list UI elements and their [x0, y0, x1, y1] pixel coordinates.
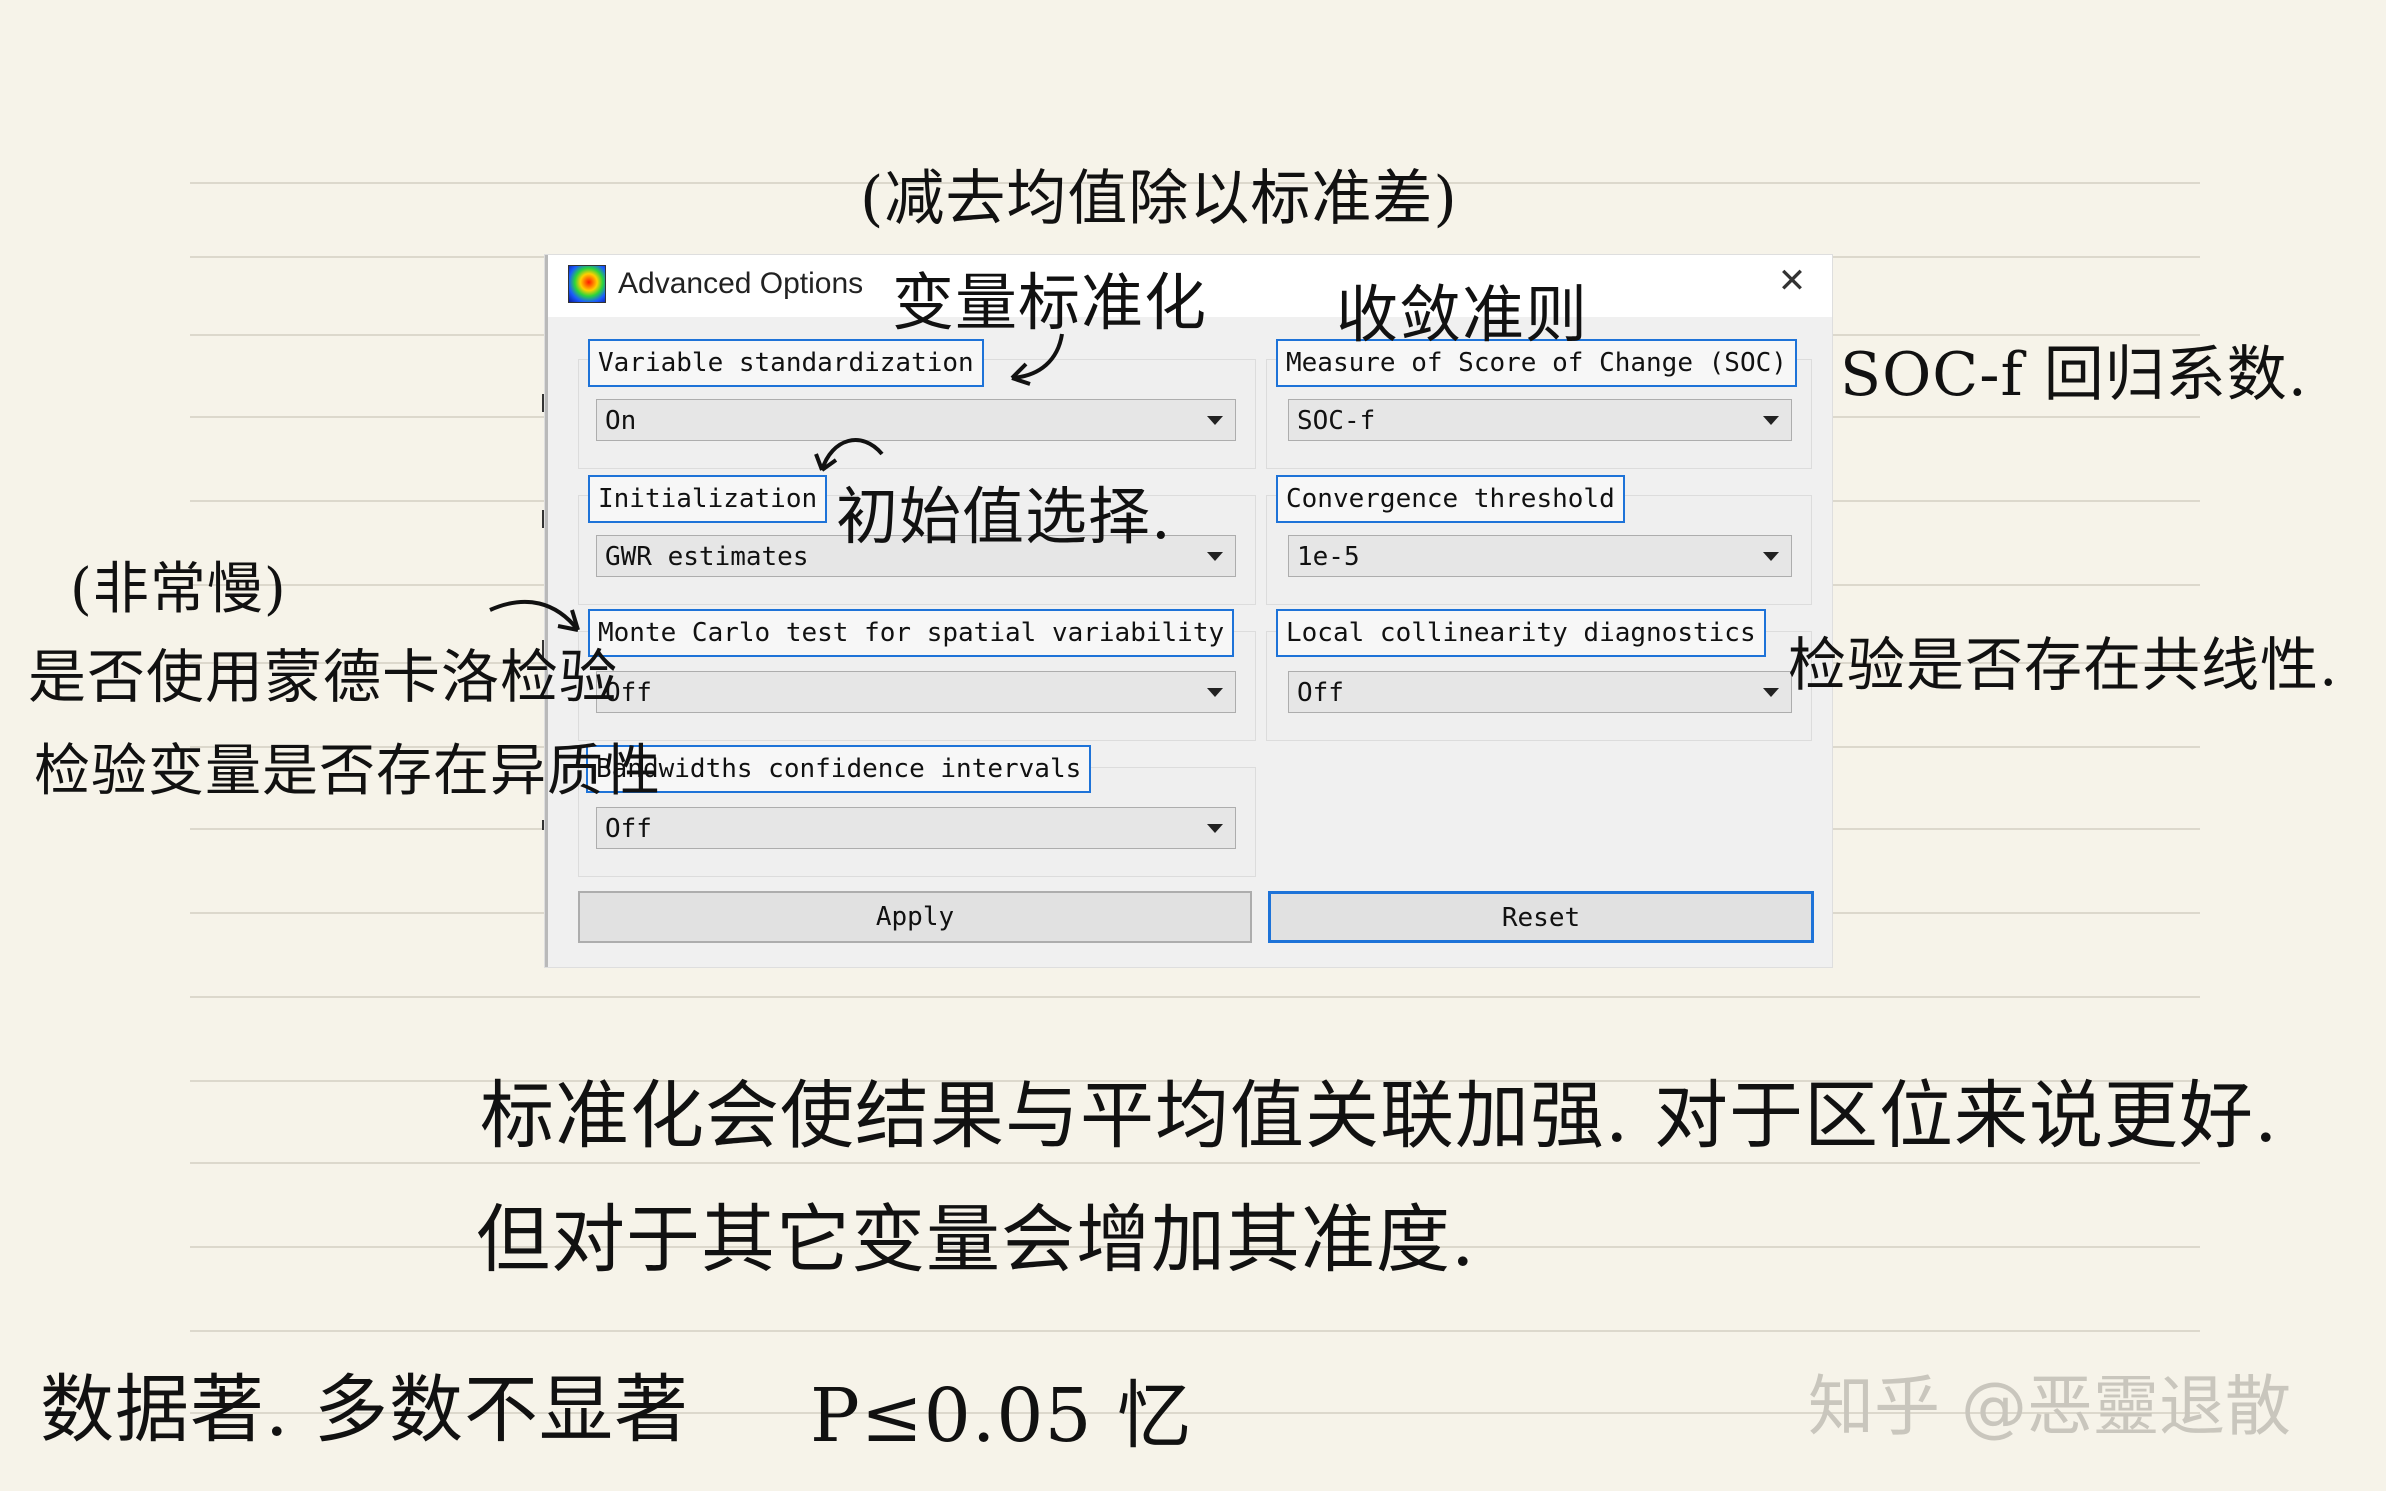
- combo-soc[interactable]: SOC-f: [1288, 399, 1792, 441]
- watermark: 知乎 @恶靈退散: [1808, 1368, 2291, 1445]
- chevron-down-icon: [1207, 416, 1223, 425]
- arrow-to-monte-carlo: [489, 599, 580, 632]
- arrow-to-initialization: [814, 438, 884, 472]
- label-bandwidth-ci: Bandwidths confidence intervals: [586, 745, 1092, 793]
- edge-mark: [542, 510, 544, 528]
- note-convergence-rule: 收敛准则: [1336, 278, 1589, 351]
- chevron-down-icon: [1763, 416, 1779, 425]
- arrow-to-standardization: [1010, 333, 1064, 386]
- note-data-significant: 数据著. 多数不显著: [40, 1367, 690, 1453]
- combo-value: Off: [605, 814, 652, 844]
- note-paragraph-line2: 但对于其它变量会增加其准度.: [476, 1197, 1476, 1283]
- combo-value: SOC-f: [1297, 406, 1376, 436]
- note-subtract-mean: (减去均值除以标准差): [860, 164, 1458, 234]
- apply-button[interactable]: Apply: [578, 891, 1252, 943]
- combo-variable-standardization[interactable]: On: [596, 399, 1236, 441]
- label-initialization: Initialization: [588, 475, 828, 523]
- note-very-slow: (非常慢): [70, 557, 287, 622]
- label-convergence: Convergence threshold: [1276, 475, 1625, 523]
- note-paragraph-line1: 标准化会使结果与平均值关联加强. 对于区位来说更好.: [480, 1073, 2279, 1159]
- app-icon: [568, 265, 606, 303]
- note-check-heterogeneity: 检验变量是否存在异质性: [34, 739, 661, 804]
- combo-monte-carlo[interactable]: Off: [596, 671, 1236, 713]
- notebook-rule: [190, 1330, 2200, 1332]
- chevron-down-icon: [1763, 688, 1779, 697]
- chevron-down-icon: [1207, 688, 1223, 697]
- combo-value: 1e-5: [1297, 542, 1360, 572]
- edge-mark: [542, 394, 544, 412]
- label-collinearity: Local collinearity diagnostics: [1276, 609, 1766, 657]
- note-p-value: P≤0.05 忆: [810, 1373, 1193, 1459]
- note-variable-standardization: 变量标准化: [892, 266, 1208, 339]
- combo-value: GWR estimates: [605, 542, 809, 572]
- close-icon[interactable]: ✕: [1774, 261, 1810, 301]
- combo-value: On: [605, 406, 637, 436]
- combo-value: Off: [1297, 678, 1344, 708]
- advanced-options-dialog: Advanced Options ✕ Variable standardizat…: [545, 255, 1832, 967]
- chevron-down-icon: [1763, 552, 1779, 561]
- note-check-collinearity: 检验是否存在共线性.: [1788, 631, 2339, 699]
- notebook-rule: [190, 996, 2200, 998]
- label-monte-carlo: Monte Carlo test for spatial variability: [588, 609, 1235, 657]
- combo-collinearity[interactable]: Off: [1288, 671, 1792, 713]
- note-soc-regression: SOC-f 回归系数.: [1840, 340, 2308, 410]
- chevron-down-icon: [1207, 824, 1223, 833]
- label-variable-standardization: Variable standardization: [588, 339, 984, 387]
- edge-mark: [542, 820, 544, 830]
- dialog-title: Advanced Options: [618, 267, 864, 300]
- combo-convergence[interactable]: 1e-5: [1288, 535, 1792, 577]
- chevron-down-icon: [1207, 552, 1223, 561]
- reset-button[interactable]: Reset: [1268, 891, 1814, 943]
- combo-bandwidth-ci[interactable]: Off: [596, 807, 1236, 849]
